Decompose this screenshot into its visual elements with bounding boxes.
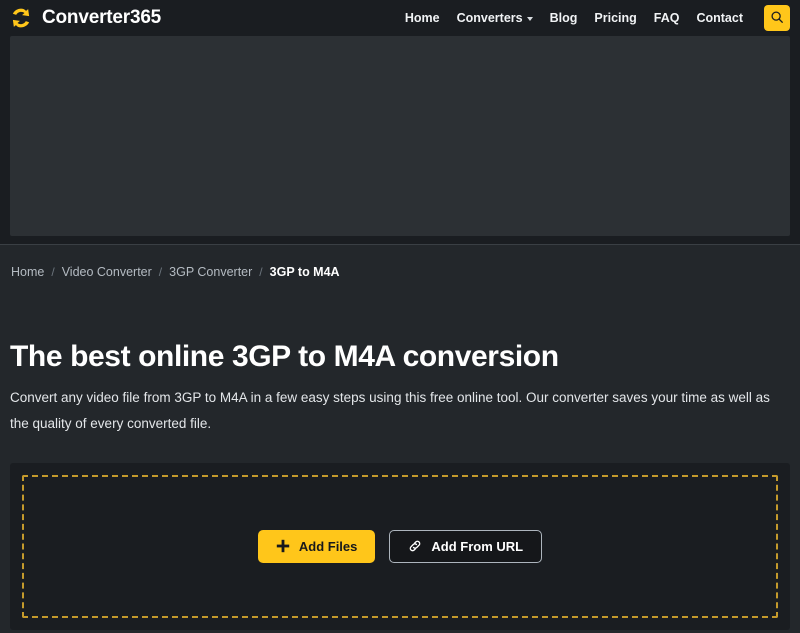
site-header: Converter365 Home Converters Blog Pricin… bbox=[0, 0, 800, 36]
nav-item-label: Converters bbox=[456, 11, 523, 25]
nav-item-contact[interactable]: Contact bbox=[696, 11, 743, 25]
file-dropzone[interactable]: Add Files Add From URL bbox=[22, 474, 778, 618]
breadcrumb-separator: / bbox=[51, 265, 55, 279]
add-files-button[interactable]: Add Files bbox=[257, 529, 376, 563]
advertisement-banner-placeholder bbox=[10, 36, 790, 236]
main-navigation: Home Converters Blog Pricing FAQ Contact bbox=[405, 5, 790, 31]
brand-name: Converter365 bbox=[42, 7, 162, 28]
add-files-label: Add Files bbox=[298, 538, 358, 554]
breadcrumb-separator: / bbox=[259, 265, 263, 279]
nav-item-label: FAQ bbox=[653, 11, 680, 25]
nav-item-faq[interactable]: FAQ bbox=[654, 11, 680, 25]
breadcrumb: Home / Video Converter / 3GP Converter /… bbox=[10, 245, 790, 279]
nav-item-blog[interactable]: Blog bbox=[550, 11, 578, 25]
search-button[interactable] bbox=[764, 5, 790, 31]
add-from-url-button[interactable]: Add From URL bbox=[389, 529, 543, 563]
banner-container bbox=[0, 36, 800, 244]
chevron-down-icon bbox=[526, 17, 533, 21]
breadcrumb-item-3gp-converter[interactable]: 3GP Converter bbox=[169, 265, 252, 279]
search-icon bbox=[770, 10, 784, 27]
breadcrumb-item-current: 3GP to M4A bbox=[269, 265, 340, 279]
add-from-url-label: Add From URL bbox=[431, 538, 524, 554]
brand-logo-link[interactable]: Converter365 bbox=[8, 5, 161, 31]
nav-item-home[interactable]: Home bbox=[405, 11, 440, 25]
nav-item-label: Pricing bbox=[594, 11, 637, 25]
main-content: Home / Video Converter / 3GP Converter /… bbox=[0, 245, 800, 630]
upload-panel: Add Files Add From URL bbox=[10, 462, 790, 630]
nav-item-label: Blog bbox=[549, 11, 578, 25]
link-icon bbox=[408, 539, 422, 553]
nav-item-label: Home bbox=[404, 11, 440, 25]
breadcrumb-item-home[interactable]: Home bbox=[11, 265, 44, 279]
convert-arrows-icon bbox=[8, 5, 34, 31]
nav-item-pricing[interactable]: Pricing bbox=[594, 11, 636, 25]
page-description: Convert any video file from 3GP to M4A i… bbox=[10, 390, 770, 431]
plus-icon bbox=[276, 539, 290, 553]
nav-item-converters[interactable]: Converters bbox=[457, 11, 533, 25]
breadcrumb-item-video-converter[interactable]: Video Converter bbox=[62, 265, 152, 279]
page-title: The best online 3GP to M4A conversion bbox=[10, 340, 559, 373]
nav-item-label: Contact bbox=[696, 11, 743, 25]
breadcrumb-separator: / bbox=[158, 265, 163, 279]
